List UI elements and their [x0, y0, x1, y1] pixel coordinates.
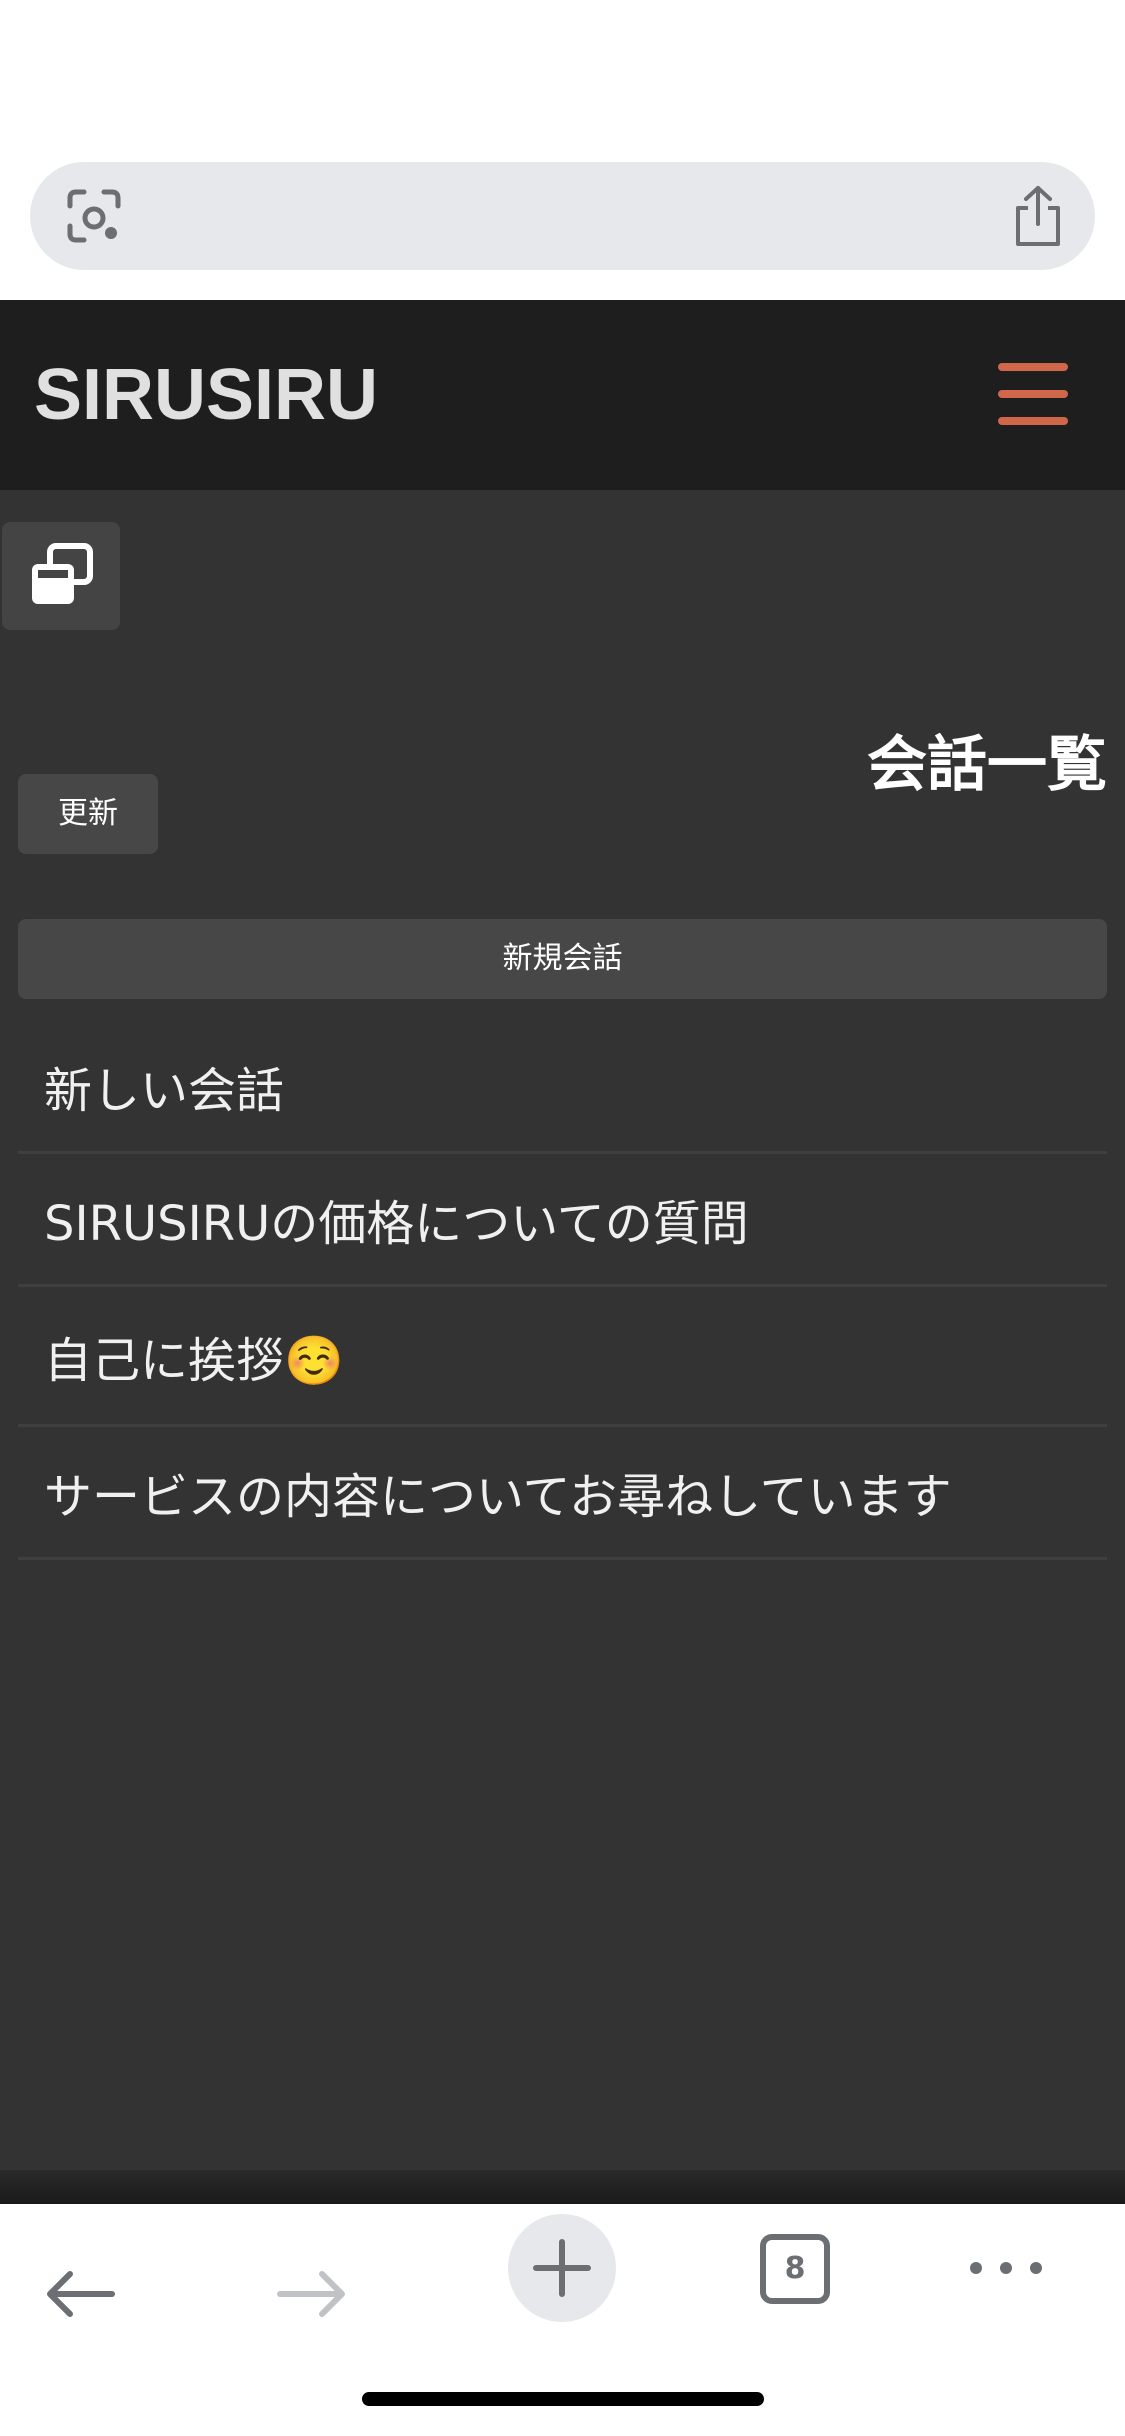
app-header: SIRUSIRU — [0, 300, 1125, 490]
conversation-title: サービスの内容についてお尋ねしています — [44, 1469, 952, 1525]
refresh-button[interactable]: 更新 — [18, 774, 158, 854]
plus-icon — [533, 2239, 591, 2297]
share-icon[interactable] — [1010, 184, 1066, 248]
arrow-left-icon[interactable] — [40, 2264, 150, 2374]
browser-toolbar: 8 — [0, 2204, 1125, 2436]
more-horizontal-icon[interactable] — [968, 2246, 1044, 2290]
arrow-right-icon[interactable] — [272, 2264, 382, 2374]
page-title: 会話一覧 — [867, 730, 1107, 800]
conversation-item[interactable]: サービスの内容についてお尋ねしています — [18, 1427, 1107, 1560]
conversation-item[interactable]: 新しい会話 — [18, 1021, 1107, 1154]
tab-count-button[interactable]: 8 — [760, 2234, 830, 2304]
browser-url-bar[interactable] — [30, 162, 1095, 270]
window-stack-icon — [32, 543, 93, 604]
conversation-item[interactable]: 自己に挨拶☺️ — [18, 1287, 1107, 1427]
conversation-item[interactable]: SIRUSIRUの価格についての質問 — [18, 1154, 1107, 1287]
app-main: 会話一覧 更新 新規会話 新しい会話 SIRUSIRUの価格についての質問 自己… — [0, 490, 1125, 2170]
camera-lens-icon[interactable] — [66, 188, 122, 244]
conversation-list: 新しい会話 SIRUSIRUの価格についての質問 自己に挨拶☺️ サービスの内容… — [18, 1021, 1107, 1560]
conversation-title: 新しい会話 — [44, 1063, 285, 1119]
app-logo[interactable]: SIRUSIRU — [34, 355, 378, 435]
new-conversation-button[interactable]: 新規会話 — [18, 919, 1107, 999]
conversation-title: 自己に挨拶☺️ — [44, 1332, 344, 1389]
conversation-title: SIRUSIRUの価格についての質問 — [44, 1196, 749, 1252]
hamburger-menu-icon[interactable] — [998, 363, 1068, 425]
new-tab-button[interactable] — [508, 2214, 616, 2322]
sidebar-toggle-button[interactable] — [2, 522, 120, 630]
app-footer — [0, 2170, 1125, 2204]
home-indicator — [362, 2392, 764, 2406]
